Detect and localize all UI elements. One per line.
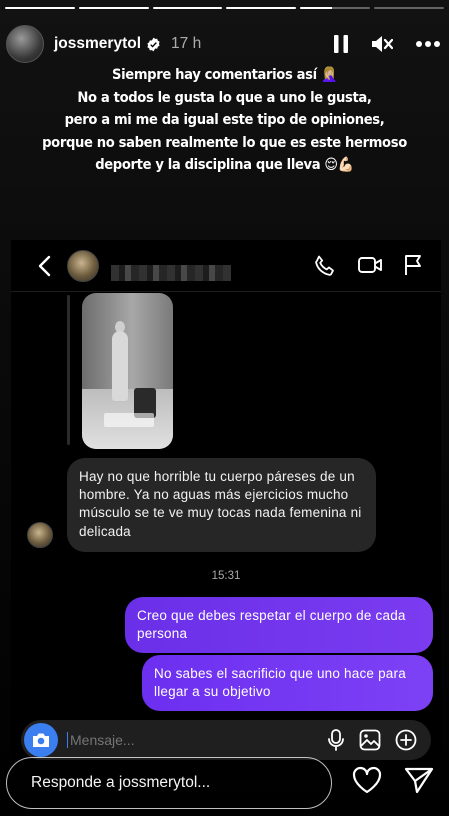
story-time: 17 h	[171, 35, 202, 52]
video-icon	[358, 256, 382, 273]
outgoing-message: Creo que debes respetar el cuerpo de cad…	[125, 597, 433, 654]
send-icon[interactable]	[404, 766, 434, 794]
heart-icon[interactable]	[352, 766, 382, 794]
caption-line: Siempre hay comentarios así 🤦🏼‍♀️	[112, 67, 337, 83]
incoming-message: Hay no que horrible tu cuerpo páreses de…	[67, 458, 376, 552]
flag-icon	[405, 254, 421, 275]
shared-reel-thumbnail	[82, 293, 173, 449]
story-progress	[5, 7, 444, 9]
reply-input[interactable]: Responde a jossmerytol...	[6, 757, 332, 809]
caption-line: No a todos le gusta lo que a uno le gust…	[77, 89, 372, 106]
dm-composer	[21, 720, 431, 760]
phone-icon	[315, 255, 334, 276]
blurred-contact-name	[111, 264, 231, 281]
avatar[interactable]	[6, 25, 44, 63]
caption-line: deporte y la disciplina que lleva 😌💪🏻	[95, 157, 354, 173]
progress-segment	[300, 7, 371, 9]
story-caption: Siempre hay comentarios así 🤦🏼‍♀️ No a t…	[36, 64, 412, 177]
progress-segment	[5, 7, 75, 9]
dm-contact-avatar	[67, 249, 99, 282]
username[interactable]: jossmerytol	[54, 35, 141, 53]
back-icon	[38, 255, 51, 276]
outgoing-message: No sabes el sacrificio que uno hace para…	[142, 655, 433, 712]
mic-icon	[328, 729, 344, 751]
progress-segment	[226, 7, 297, 9]
add-icon	[395, 729, 417, 751]
message-input	[67, 732, 247, 748]
caption-line: pero a mi me da igual este tipo de opini…	[64, 112, 385, 128]
message-timestamp: 15:31	[211, 570, 241, 582]
mute-icon[interactable]	[371, 34, 393, 54]
caption-line: porque no saben realmente lo que es este…	[42, 134, 407, 151]
camera-icon	[33, 733, 49, 747]
story-view: jossmerytol 17 h Siempre hay comentarios…	[0, 0, 449, 816]
progress-segment	[152, 7, 223, 9]
dm-header	[11, 240, 441, 292]
gallery-icon	[359, 729, 381, 751]
dm-screenshot: Hay no que horrible tu cuerpo páreses de…	[11, 240, 441, 780]
progress-segment	[78, 7, 149, 9]
camera-button	[24, 723, 58, 757]
sender-avatar	[27, 522, 53, 548]
pause-icon[interactable]	[333, 34, 349, 54]
more-icon[interactable]	[415, 40, 441, 48]
reply-quote-bar	[67, 295, 70, 445]
verified-icon	[147, 37, 160, 51]
story-header: jossmerytol 17 h	[6, 24, 441, 64]
progress-segment	[374, 7, 444, 9]
